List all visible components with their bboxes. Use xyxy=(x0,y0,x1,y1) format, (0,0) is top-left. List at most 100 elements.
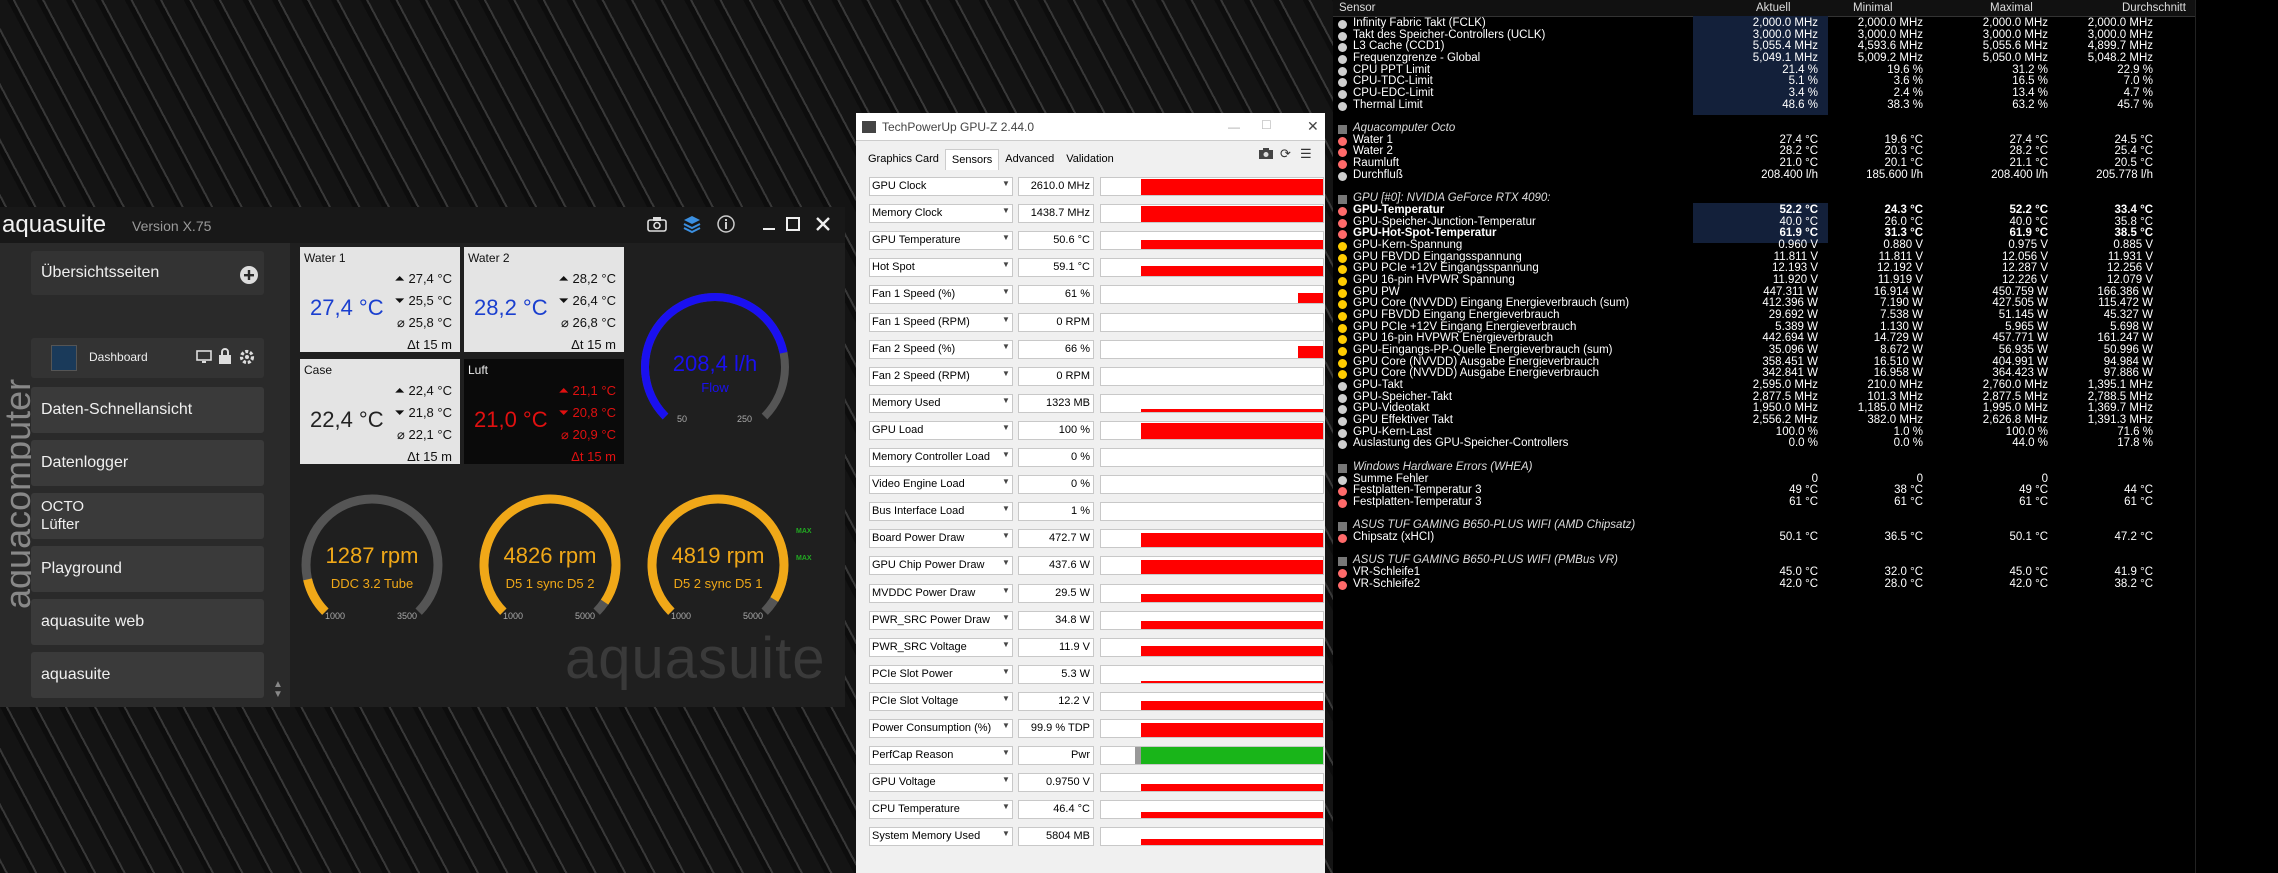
sensor-value: 50.6 °C xyxy=(1018,231,1094,251)
d5-1-rpm-value: 4826 rpm xyxy=(503,543,597,568)
close-icon[interactable]: ✕ xyxy=(1307,118,1319,135)
tab-graphics-card[interactable]: Graphics Card xyxy=(862,149,945,170)
settings-gear-icon[interactable] xyxy=(238,348,256,371)
datalogger-button[interactable]: Datenlogger xyxy=(31,440,264,486)
sensor-name-dropdown[interactable]: PWR_SRC Power Draw xyxy=(869,610,1013,630)
sensor-row[interactable]: VR-Schleife2 42.0 °C 28.0 °C 42.0 °C 38.2 °C xyxy=(1333,577,2278,594)
tab-validation[interactable]: Validation xyxy=(1060,149,1120,170)
add-page-icon[interactable] xyxy=(239,265,259,285)
timespan-icon: Δt xyxy=(407,449,424,464)
dropdown-arrow-icon[interactable]: ▼ xyxy=(1002,640,1010,649)
dropdown-arrow-icon[interactable]: ▼ xyxy=(1002,558,1010,567)
dropdown-arrow-icon[interactable]: ▼ xyxy=(1002,260,1010,269)
dropdown-arrow-icon[interactable]: ▼ xyxy=(1002,315,1010,324)
dropdown-arrow-icon[interactable]: ▼ xyxy=(1002,369,1010,378)
sensor-name-dropdown[interactable]: System Memory Used xyxy=(869,827,1013,847)
screenshot-camera-icon[interactable] xyxy=(1258,147,1274,163)
dropdown-arrow-icon[interactable]: ▼ xyxy=(1002,206,1010,215)
dropdown-arrow-icon[interactable]: ▼ xyxy=(1002,477,1010,486)
flow-gauge[interactable]: 208,4 l/h Flow 50 250 xyxy=(635,287,795,447)
refresh-icon[interactable]: ⟳ xyxy=(1280,146,1291,162)
col-max[interactable]: Maximal xyxy=(1990,2,2033,14)
dropdown-arrow-icon[interactable]: ▼ xyxy=(1002,721,1010,730)
dropdown-arrow-icon[interactable]: ▼ xyxy=(1002,396,1010,405)
tab-sensors[interactable]: Sensors xyxy=(944,149,1000,170)
octo-fans-button[interactable]: OCTO Lüfter xyxy=(31,493,264,539)
dropdown-arrow-icon[interactable]: ▼ xyxy=(1002,531,1010,540)
sensor-name-dropdown[interactable]: Board Power Draw xyxy=(869,529,1013,549)
dropdown-arrow-icon[interactable]: ▼ xyxy=(1002,748,1010,757)
col-min[interactable]: Minimal xyxy=(1853,2,1893,14)
col-avg[interactable]: Durchschnitt xyxy=(2122,2,2186,14)
col-current[interactable]: Aktuell xyxy=(1756,2,1791,14)
sensor-name-dropdown[interactable]: Hot Spot xyxy=(869,258,1013,278)
d5-1-pump-gauge[interactable]: 4826 rpm D5 1 sync D5 2 1000 5000 xyxy=(475,490,625,640)
sensor-name-dropdown[interactable]: PerfCap Reason xyxy=(869,746,1013,766)
case-tile[interactable]: Case 22,4 °C ⏶ 22,4 °C ⏷ 21,8 °C ⌀ 22,1 … xyxy=(300,359,460,464)
sensor-name-dropdown[interactable]: Fan 1 Speed (%) xyxy=(869,285,1013,305)
dropdown-arrow-icon[interactable]: ▼ xyxy=(1002,613,1010,622)
sensor-name-dropdown[interactable]: GPU Temperature xyxy=(869,231,1013,251)
info-icon[interactable] xyxy=(714,212,738,236)
dropdown-arrow-icon[interactable]: ▼ xyxy=(1002,342,1010,351)
sensor-value: 12.2 V xyxy=(1018,691,1094,711)
water2-tile[interactable]: Water 2 28,2 °C ⏶ 28,2 °C ⏷ 26,4 °C ⌀ 26… xyxy=(464,247,624,352)
sensor-name-dropdown[interactable]: GPU Voltage xyxy=(869,773,1013,793)
minimize-icon[interactable] xyxy=(757,212,781,236)
dropdown-arrow-icon[interactable]: ▼ xyxy=(1002,450,1010,459)
menu-icon[interactable]: ☰ xyxy=(1300,146,1312,162)
dropdown-arrow-icon[interactable]: ▼ xyxy=(1002,504,1010,513)
layers-icon[interactable] xyxy=(680,212,704,236)
lock-icon[interactable] xyxy=(218,348,232,370)
maximize-icon[interactable] xyxy=(781,212,805,236)
sensor-name-dropdown[interactable]: Video Engine Load xyxy=(869,475,1013,495)
sensor-name-dropdown[interactable]: PCIe Slot Power xyxy=(869,664,1013,684)
dropdown-arrow-icon[interactable]: ▼ xyxy=(1002,233,1010,242)
sensor-name-dropdown[interactable]: Bus Interface Load xyxy=(869,502,1013,522)
sensor-name-dropdown[interactable]: PWR_SRC Voltage xyxy=(869,637,1013,657)
sensor-row: Power Consumption (%) ▼ 99.9 % TDP xyxy=(869,717,1327,741)
close-icon[interactable] xyxy=(811,212,835,236)
dropdown-arrow-icon[interactable]: ▼ xyxy=(1002,179,1010,188)
col-sensor[interactable]: Sensor xyxy=(1339,2,1375,14)
sensor-name-dropdown[interactable]: Memory Used xyxy=(869,393,1013,413)
ddc-pump-gauge[interactable]: 1287 rpm DDC 3.2 Tube 1000 3500 xyxy=(297,490,447,640)
maximize-icon[interactable]: ☐ xyxy=(1261,118,1272,132)
sensor-name-dropdown[interactable]: PCIe Slot Voltage xyxy=(869,691,1013,711)
dropdown-arrow-icon[interactable]: ▼ xyxy=(1002,829,1010,838)
playground-button[interactable]: Playground xyxy=(31,546,264,592)
dropdown-arrow-icon[interactable]: ▼ xyxy=(1002,586,1010,595)
tab-advanced[interactable]: Advanced xyxy=(999,149,1060,170)
sensor-name-dropdown[interactable]: Fan 1 Speed (RPM) xyxy=(869,312,1013,332)
dropdown-arrow-icon[interactable]: ▼ xyxy=(1002,667,1010,676)
d5-1-label: D5 1 sync D5 2 xyxy=(505,576,595,591)
sensor-name-dropdown[interactable]: CPU Temperature xyxy=(869,800,1013,820)
camera-icon[interactable] xyxy=(645,212,669,236)
sensor-value: 0 RPM xyxy=(1018,312,1094,332)
overview-pages-button[interactable]: Übersichtsseiten xyxy=(31,251,264,295)
sensor-name-dropdown[interactable]: Power Consumption (%) xyxy=(869,719,1013,738)
dropdown-arrow-icon[interactable]: ▼ xyxy=(1002,802,1010,811)
sensor-name-dropdown[interactable]: Memory Controller Load xyxy=(869,448,1013,467)
scroll-arrows-icon[interactable]: ▲ ▼ xyxy=(273,680,283,700)
sensor-name-dropdown[interactable]: GPU Chip Power Draw xyxy=(869,556,1013,576)
d5-2-pump-gauge[interactable]: 4819 rpm D5 2 sync D5 1 1000 5000 xyxy=(643,490,793,640)
sensor-name-dropdown[interactable]: GPU Load xyxy=(869,420,1013,440)
minimize-icon[interactable]: — xyxy=(1228,120,1240,134)
luft-tile[interactable]: Luft 21,0 °C ⏶ 21,1 °C ⏷ 20,8 °C ⌀ 20,9 … xyxy=(464,359,624,464)
dropdown-arrow-icon[interactable]: ▼ xyxy=(1002,287,1010,296)
sensor-name-dropdown[interactable]: Fan 2 Speed (%) xyxy=(869,339,1013,359)
water1-tile[interactable]: Water 1 27,4 °C ⏶ 27,4 °C ⏷ 25,5 °C ⌀ 25… xyxy=(300,247,460,352)
sensor-name-dropdown[interactable]: Fan 2 Speed (RPM) xyxy=(869,366,1013,386)
sensor-name-dropdown[interactable]: MVDDC Power Draw xyxy=(869,583,1013,603)
dropdown-arrow-icon[interactable]: ▼ xyxy=(1002,694,1010,703)
sensor-name-dropdown[interactable]: Memory Clock xyxy=(869,204,1013,224)
aquasuite-web-button[interactable]: aquasuite web xyxy=(31,599,264,645)
monitor-icon[interactable] xyxy=(196,350,212,369)
dropdown-arrow-icon[interactable]: ▼ xyxy=(1002,775,1010,784)
aquasuite-button[interactable]: aquasuite xyxy=(31,652,264,698)
quick-view-button[interactable]: Daten-Schnellansicht xyxy=(31,387,264,433)
sensor-name-dropdown[interactable]: GPU Clock xyxy=(869,177,1013,196)
dropdown-arrow-icon[interactable]: ▼ xyxy=(1002,423,1010,432)
dashboard-entry[interactable]: Dashboard xyxy=(31,338,264,378)
